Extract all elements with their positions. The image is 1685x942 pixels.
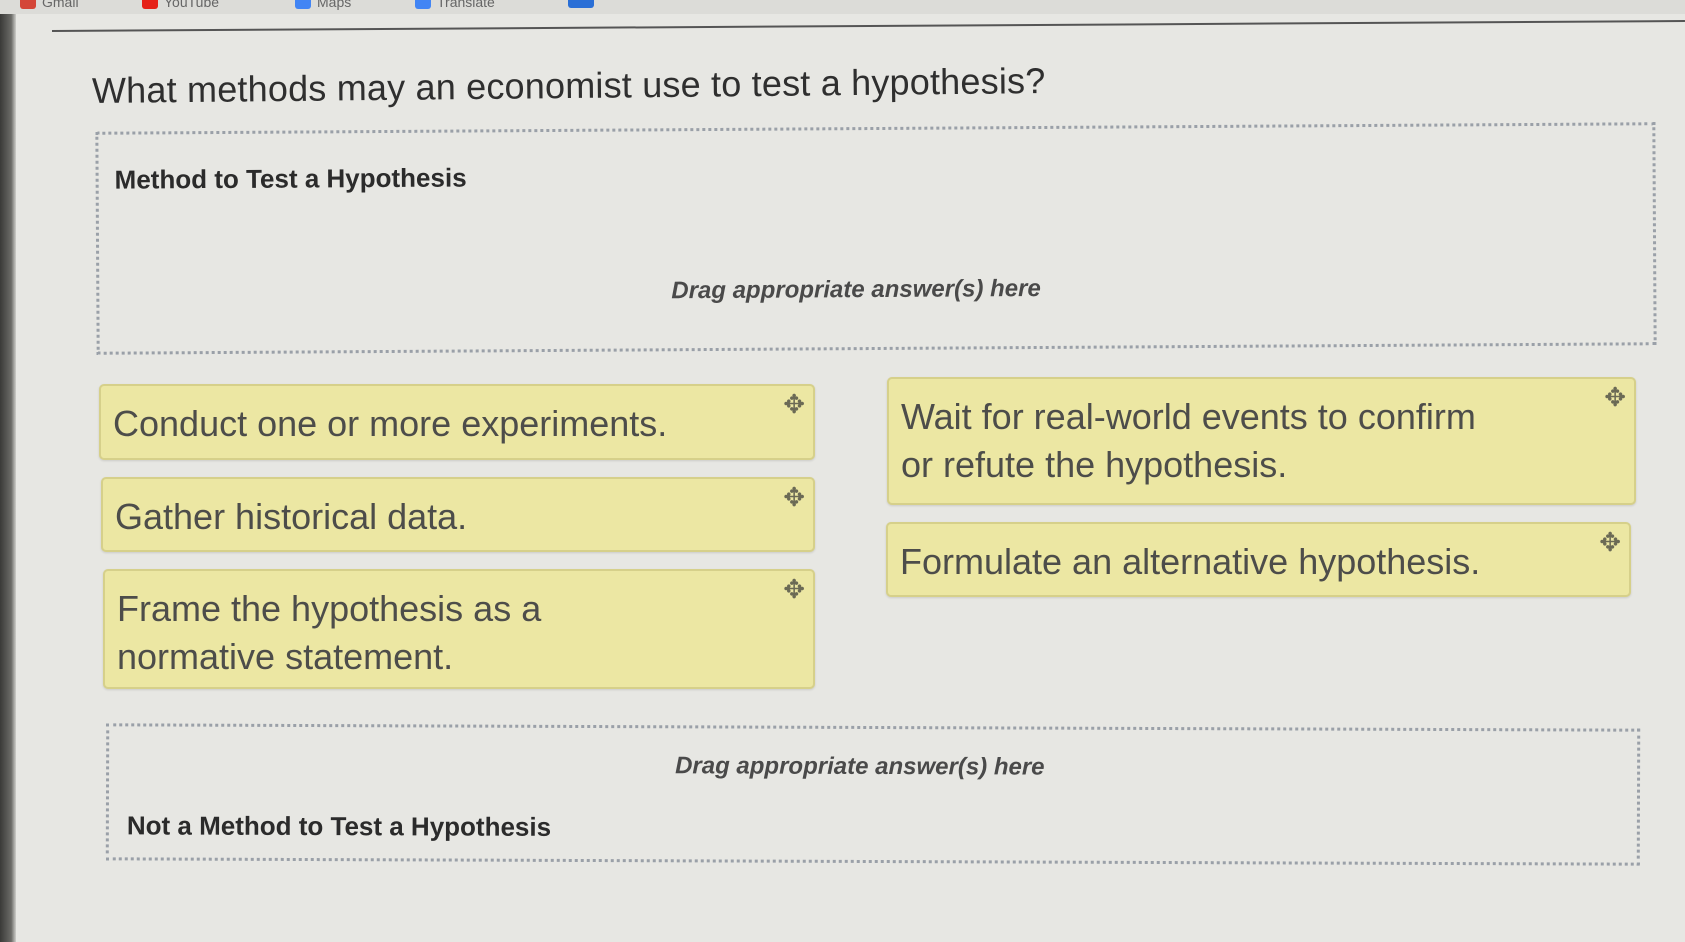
bookmark-extra[interactable] — [568, 0, 594, 8]
zone-title-not-method: Not a Method to Test a Hypothesis — [126, 810, 552, 842]
zone-title-method: Method to Test a Hypothesis — [114, 162, 467, 195]
answer-card-real-world-events[interactable]: Wait for real-world events to confirm or… — [887, 377, 1636, 505]
bookmark-icon — [568, 0, 594, 8]
zone-hint-not-method: Drag appropriate answer(s) here — [675, 752, 1045, 781]
answer-card-label: Wait for real-world events to confirm or… — [901, 396, 1476, 485]
answer-card-normative-statement[interactable]: Frame the hypothesis as a normative stat… — [103, 569, 815, 689]
move-icon[interactable]: ✥ — [1604, 383, 1626, 411]
answer-card-alternative-hypothesis[interactable]: Formulate an alternative hypothesis. ✥ — [886, 522, 1631, 597]
zone-hint-method: Drag appropriate answer(s) here — [671, 274, 1041, 305]
answer-card-label: Frame the hypothesis as a normative stat… — [117, 588, 542, 677]
monitor-bezel — [0, 0, 16, 942]
answer-card-historical-data[interactable]: Gather historical data. ✥ — [101, 477, 815, 552]
dropzone-not-method[interactable]: Drag appropriate answer(s) here Not a Me… — [105, 723, 1641, 866]
move-icon[interactable]: ✥ — [1599, 528, 1621, 556]
dropzone-method[interactable]: Method to Test a Hypothesis Drag appropr… — [95, 122, 1657, 355]
move-icon[interactable]: ✥ — [783, 575, 805, 603]
bookmarks-bar: Gmail YouTube Maps Translate — [0, 0, 1685, 14]
bookmark-youtube[interactable]: YouTube — [142, 0, 219, 10]
answer-card-label: Formulate an alternative hypothesis. — [900, 541, 1481, 582]
divider — [51, 20, 1685, 32]
bookmark-translate[interactable]: Translate — [415, 0, 495, 10]
move-icon[interactable]: ✥ — [783, 483, 805, 511]
gmail-icon — [20, 0, 36, 9]
bookmark-gmail[interactable]: Gmail — [20, 0, 79, 10]
move-icon[interactable]: ✥ — [783, 390, 805, 418]
answer-card-label: Gather historical data. — [115, 496, 468, 537]
youtube-icon — [142, 0, 158, 9]
translate-icon — [415, 0, 431, 9]
answer-card-label: Conduct one or more experiments. — [113, 403, 668, 444]
maps-icon — [295, 0, 311, 9]
answer-card-experiments[interactable]: Conduct one or more experiments. ✥ — [99, 384, 815, 460]
bookmark-maps[interactable]: Maps — [295, 0, 351, 10]
question-text: What methods may an economist use to tes… — [91, 60, 1046, 111]
